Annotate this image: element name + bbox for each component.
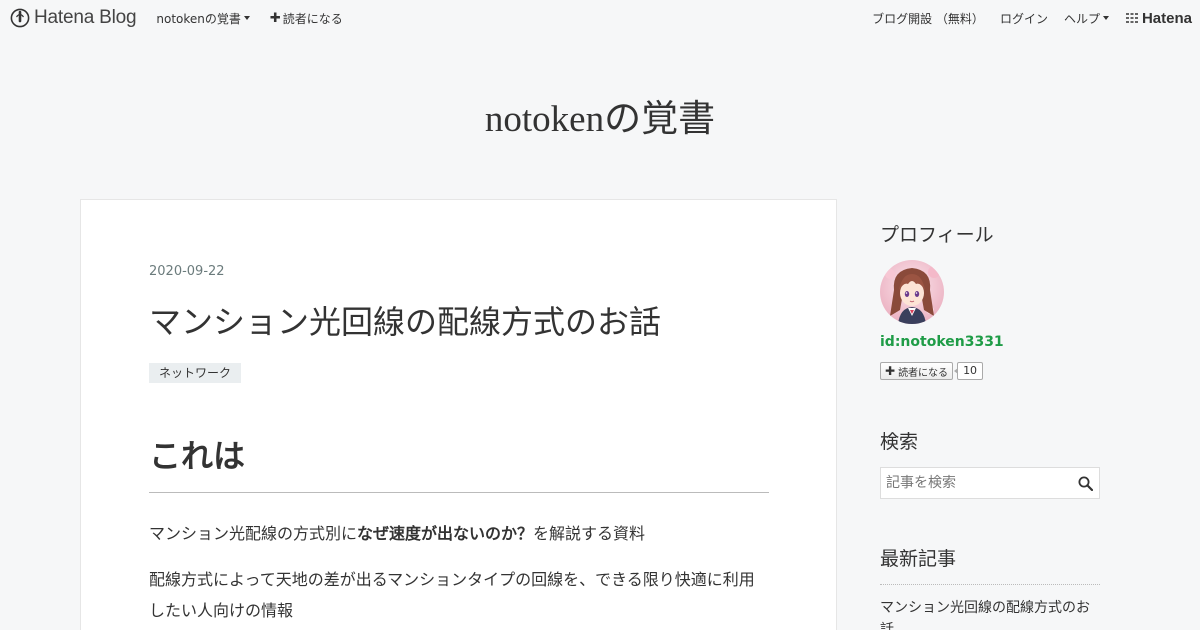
hatena-blog-logo[interactable]: Hatena Blog: [10, 0, 137, 36]
divider: [880, 584, 1100, 585]
hatena-logo[interactable]: Hatena: [1125, 10, 1192, 27]
avatar-image: [880, 260, 944, 324]
hatena-blog-logo-icon: [10, 8, 30, 28]
caret-down-icon: [1102, 16, 1109, 20]
header-right-nav: ブログ開設 （無料） ログイン ヘルプ Hatena: [856, 0, 1192, 36]
plus-icon: ✚: [885, 364, 896, 378]
paragraph-bold-text: なぜ速度が出ないのか？: [357, 524, 534, 543]
search-icon: [1078, 476, 1093, 491]
open-blog-label: ブログ開設 （無料）: [872, 11, 984, 26]
blog-menu-label: notokenの覚書: [156, 11, 241, 26]
profile-id-link[interactable]: id:notoken3331: [880, 334, 1004, 350]
blog-menu-dropdown[interactable]: notokenの覚書: [156, 10, 250, 27]
subscriber-count[interactable]: 10: [954, 362, 984, 380]
paragraph-text: マンション光配線の方式別に: [149, 524, 358, 543]
entry-paragraph: マンション光配線の方式別になぜ速度が出ないのか？を解説する資料: [149, 523, 769, 545]
entry-card: 2020-09-22 マンション光回線の配線方式のお話 ネットワーク これは マ…: [80, 199, 837, 630]
search-input[interactable]: [881, 468, 1071, 498]
header-subscribe-label: 読者になる: [282, 11, 343, 26]
paragraph-text: を解説する資料: [533, 524, 646, 543]
entry-paragraph: 配線方式によって天地の差が出るマンションタイプの回線を、できる限り快適に利用した…: [149, 570, 755, 620]
open-blog-link[interactable]: ブログ開設 （無料）: [872, 10, 984, 27]
sidebar-subscribe-label: 読者になる: [898, 367, 949, 379]
recent-entries-title: 最新記事: [880, 548, 957, 570]
avatar[interactable]: [880, 260, 944, 324]
header-subscribe-button[interactable]: ✚ 読者になる: [270, 10, 343, 27]
blog-title[interactable]: notokenの覚書: [0, 88, 1200, 142]
hatena-menu-icon: [1125, 13, 1138, 23]
search-button[interactable]: [1071, 468, 1099, 498]
plus-icon: ✚: [269, 10, 281, 26]
entry-date[interactable]: 2020-09-22: [149, 264, 225, 279]
hatena-blog-logo-text: Hatena Blog: [34, 7, 137, 28]
recent-entry-link[interactable]: マンション光回線の配線方式のお話: [880, 597, 1100, 630]
hatena-logo-text: Hatena: [1141, 9, 1192, 27]
profile-module-title: プロフィール: [880, 224, 994, 246]
login-link[interactable]: ログイン: [1000, 10, 1048, 27]
sidebar-subscribe-button[interactable]: ✚ 読者になる: [880, 362, 954, 380]
category-tag[interactable]: ネットワーク: [149, 363, 242, 383]
help-dropdown[interactable]: ヘルプ: [1064, 10, 1109, 27]
section-heading: これは: [149, 436, 769, 493]
search-form: [880, 467, 1100, 499]
global-header: Hatena Blog notokenの覚書 ✚ 読者になる ブログ開設 （無料…: [0, 0, 1200, 36]
entry-title[interactable]: マンション光回線の配線方式のお話: [149, 297, 661, 343]
login-label: ログイン: [999, 11, 1048, 26]
sidebar-subscribe: ✚ 読者になる 10: [880, 362, 984, 380]
help-label: ヘルプ: [1063, 11, 1100, 26]
caret-down-icon: [243, 16, 250, 20]
search-module-title: 検索: [880, 431, 919, 453]
